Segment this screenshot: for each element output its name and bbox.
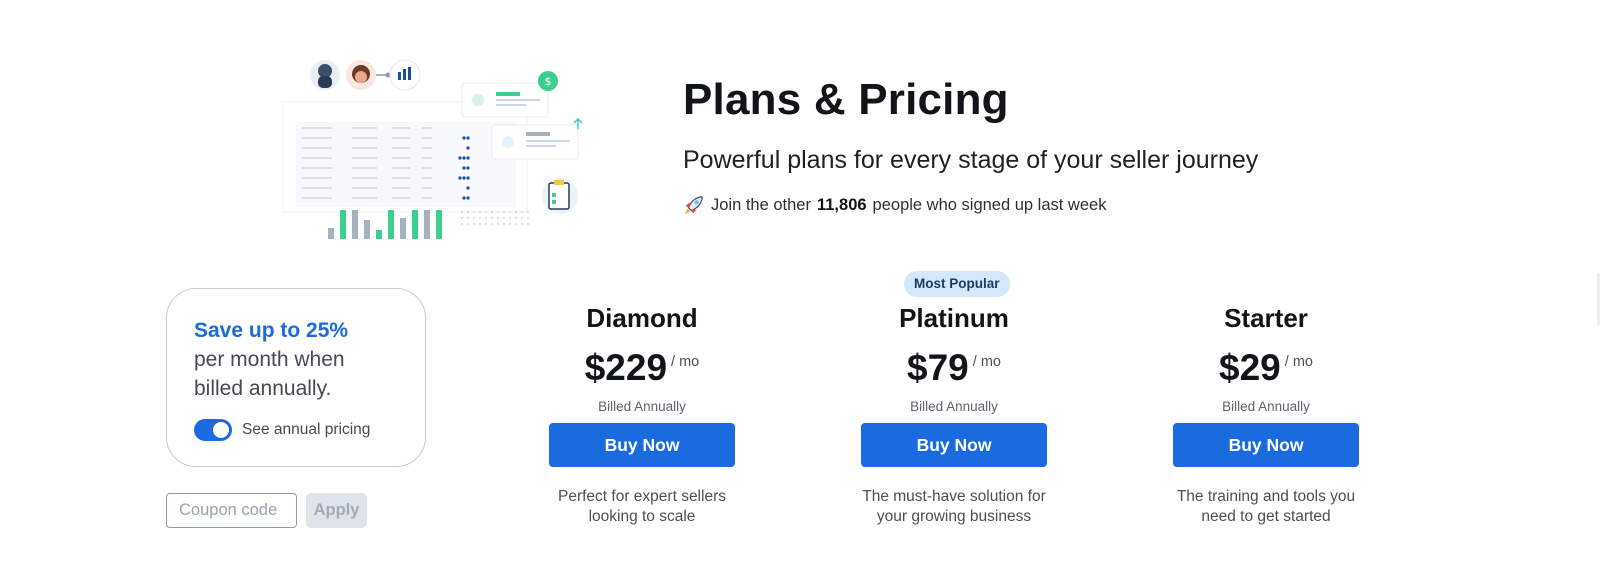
plan-card-diamond: Diamond $229 / mo Billed Annually Buy No… [502, 300, 782, 527]
plan-description: The must-have solution for your growing … [862, 488, 1046, 525]
buy-now-button-starter[interactable]: Buy Now [1173, 423, 1359, 467]
annual-savings-card: Save up to 25% per month when billed ann… [166, 288, 426, 467]
hero-section: Plans & Pricing Powerful plans for every… [683, 74, 1403, 216]
rocket-icon [684, 196, 703, 215]
price-value: $79 [907, 347, 969, 388]
page-subtitle: Powerful plans for every stage of your s… [683, 146, 1259, 174]
plan-name: Diamond [586, 303, 698, 333]
signup-prefix: Join the other [711, 195, 811, 214]
annual-pricing-label[interactable]: See annual pricing [242, 421, 370, 439]
page-title: Plans & Pricing [683, 75, 1009, 124]
billing-period: Billed Annually [910, 399, 998, 414]
signup-count: 11,806 [816, 195, 867, 214]
price-unit: / mo [671, 354, 700, 370]
price-value: $29 [1219, 347, 1281, 388]
plan-name: Platinum [899, 303, 1009, 333]
plan-price: $229 / mo [502, 346, 782, 390]
plan-price: $29 / mo [1126, 346, 1406, 390]
bar-chart-decoration [328, 210, 442, 239]
hero-illustration: $ [282, 50, 602, 245]
plan-card-starter: Starter $29 / mo Billed Annually Buy Now… [1126, 300, 1406, 527]
plan-description: Perfect for expert sellers looking to sc… [558, 488, 726, 525]
plan-description: The training and tools you need to get s… [1176, 488, 1356, 525]
dashboard-illustration: $ [282, 59, 583, 239]
price-unit: / mo [1284, 354, 1313, 370]
buy-now-button-platinum[interactable]: Buy Now [861, 423, 1047, 467]
billing-period: Billed Annually [1222, 399, 1310, 414]
savings-headline: Save up to 25% [194, 319, 349, 342]
annual-pricing-toggle[interactable] [194, 419, 232, 441]
most-popular-badge: Most Popular [904, 271, 1010, 297]
signup-count-line: Join the other 11,806 people who signed … [683, 194, 1403, 216]
svg-text:$: $ [545, 75, 552, 88]
plan-name: Starter [1224, 303, 1308, 333]
price-unit: / mo [972, 354, 1001, 370]
annual-pricing-toggle-row: See annual pricing [194, 419, 399, 441]
savings-body: per month when billed annually. [194, 348, 345, 400]
plan-card-platinum: Platinum $79 / mo Billed Annually Buy No… [814, 300, 1094, 527]
price-value: $229 [584, 347, 668, 388]
signup-suffix: people who signed up last week [872, 195, 1107, 214]
plan-price: $79 / mo [814, 346, 1094, 390]
buy-now-button-diamond[interactable]: Buy Now [549, 423, 735, 467]
coupon-code-input[interactable] [166, 493, 297, 528]
apply-coupon-button[interactable]: Apply [306, 493, 367, 528]
billing-period: Billed Annually [598, 399, 686, 414]
